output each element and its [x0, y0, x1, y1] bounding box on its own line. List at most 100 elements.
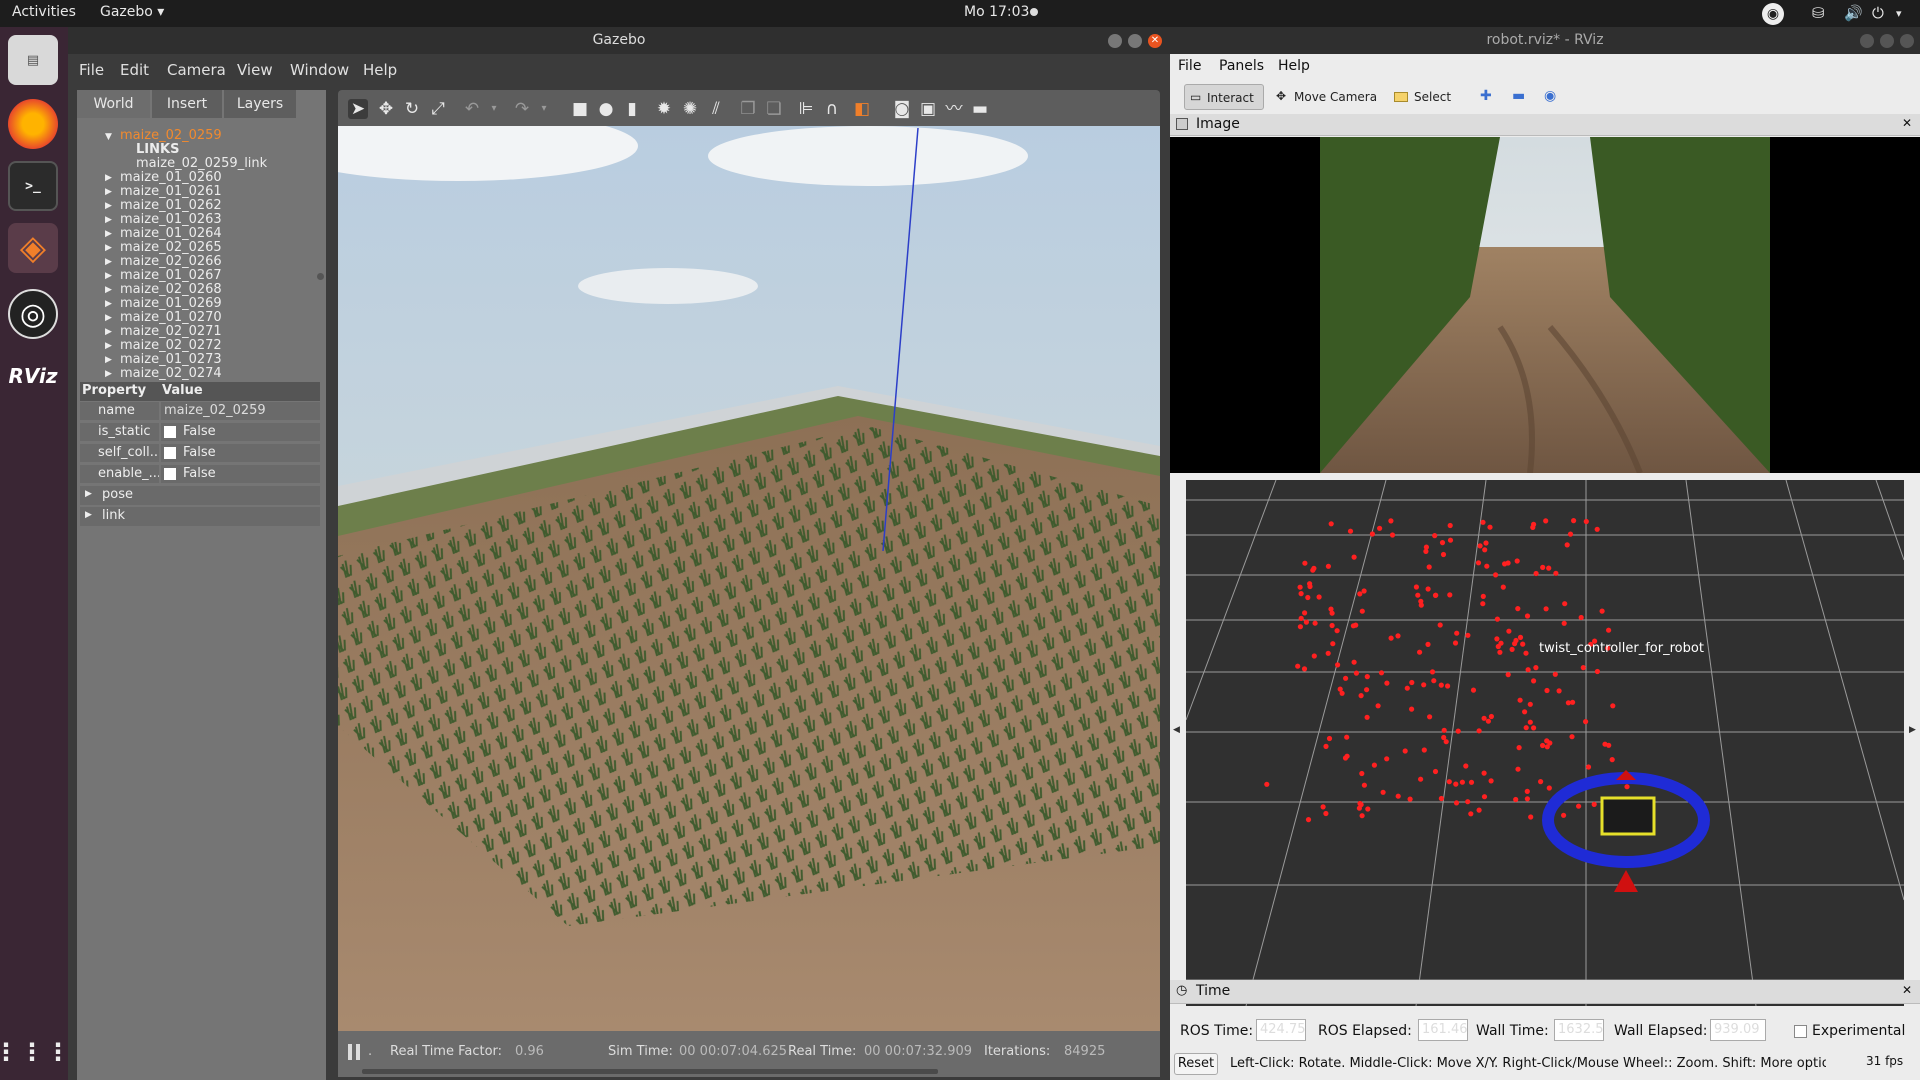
expand-arrow-icon[interactable]: ▶ [105, 215, 112, 225]
tree-model-item[interactable]: maize_01_0269 [120, 296, 222, 311]
property-group-pose[interactable]: ▶ pose [80, 486, 320, 505]
interact-button[interactable]: ▭ Interact [1184, 84, 1264, 110]
maximize-icon[interactable] [1128, 34, 1142, 48]
scale-icon[interactable]: ⤢ [428, 99, 448, 119]
redo-icon[interactable]: ↷ [512, 99, 532, 119]
select-mode-icon[interactable]: ➤ [348, 99, 368, 119]
close-icon[interactable]: ✕ [1148, 34, 1162, 48]
property-value[interactable]: maize_02_0259 [161, 402, 320, 420]
checkbox[interactable] [164, 426, 176, 438]
menu-file[interactable]: File [1178, 58, 1201, 74]
tree-selected-model[interactable]: maize_02_0259 [120, 128, 222, 143]
pause-icon[interactable] [348, 1044, 360, 1060]
tool-properties-icon[interactable]: ◉ [1544, 88, 1556, 104]
checkbox[interactable] [164, 447, 176, 459]
expand-arrow-icon[interactable]: ▶ [105, 173, 112, 183]
panel-close-icon[interactable]: ✕ [1902, 983, 1912, 997]
menu-file[interactable]: File [79, 61, 104, 79]
system-menu-chevron-icon[interactable]: ▾ [1896, 7, 1902, 20]
undo-dropdown-icon[interactable]: ▾ [484, 99, 504, 119]
tab-world[interactable]: World [77, 90, 150, 118]
sphere-shape-icon[interactable]: ● [596, 99, 616, 119]
tree-model-item[interactable]: maize_02_0268 [120, 282, 222, 297]
minimize-icon[interactable] [1860, 34, 1874, 48]
translate-icon[interactable]: ✥ [376, 99, 396, 119]
move-camera-button[interactable]: ✥ Move Camera [1274, 84, 1386, 110]
plot-icon[interactable]: 〰 [944, 99, 964, 119]
menu-camera[interactable]: Camera [167, 61, 226, 79]
directional-light-icon[interactable]: ⫽ [706, 99, 726, 119]
gazebo-3d-viewport[interactable] [338, 126, 1160, 1031]
tree-model-item[interactable]: maize_01_0262 [120, 198, 222, 213]
remove-tool-icon[interactable]: ▬ [1512, 88, 1525, 104]
box-shape-icon[interactable]: ■ [570, 99, 590, 119]
left-dock-arrow-icon[interactable]: ◀ [1173, 725, 1180, 735]
power-icon[interactable]: ⏻ [1872, 4, 1884, 22]
rviz-icon[interactable]: RViz [8, 351, 58, 401]
tree-model-item[interactable]: maize_01_0264 [120, 226, 222, 241]
wall-elapsed-field[interactable]: 939.09 [1710, 1019, 1766, 1041]
tree-link-item[interactable]: maize_02_0259_link [136, 156, 267, 171]
view-angle-icon[interactable]: ◧ [852, 99, 872, 119]
close-icon[interactable] [1900, 34, 1914, 48]
expand-arrow-icon[interactable]: ▶ [105, 341, 112, 351]
timeline-scrollbar[interactable] [362, 1069, 938, 1074]
menu-edit[interactable]: Edit [120, 61, 149, 79]
expand-arrow-icon[interactable]: ▶ [105, 369, 112, 379]
expand-arrow-icon[interactable]: ▶ [105, 327, 112, 337]
volume-icon[interactable]: 🔊 [1844, 4, 1863, 22]
expand-arrow-icon[interactable]: ▼ [105, 132, 112, 142]
obs-tray-icon[interactable]: ◉ [1762, 3, 1784, 25]
obs-icon[interactable]: ◎ [8, 289, 58, 339]
expand-arrow-icon[interactable]: ▶ [105, 271, 112, 281]
menu-view[interactable]: View [237, 61, 273, 79]
tab-insert[interactable]: Insert [152, 90, 222, 118]
reset-button[interactable]: Reset [1174, 1053, 1218, 1075]
wall-time-field[interactable]: 1632.55 [1554, 1019, 1604, 1041]
tree-model-item[interactable]: maize_01_0263 [120, 212, 222, 227]
expand-arrow-icon[interactable]: ▶ [105, 313, 112, 323]
rotate-icon[interactable]: ↻ [402, 99, 422, 119]
menu-help[interactable]: Help [363, 61, 397, 79]
expand-arrow-icon[interactable]: ▶ [105, 285, 112, 295]
tree-model-item[interactable]: maize_01_0270 [120, 310, 222, 325]
experimental-checkbox[interactable] [1794, 1025, 1807, 1038]
tree-model-item[interactable]: maize_02_0271 [120, 324, 222, 339]
ros-time-field[interactable]: 424.75 [1256, 1019, 1306, 1041]
undo-icon[interactable]: ↶ [462, 99, 482, 119]
maximize-icon[interactable] [1880, 34, 1894, 48]
ros-elapsed-field[interactable]: 161.46 [1418, 1019, 1468, 1041]
show-apps-icon[interactable]: ⋮⋮⋮ [0, 1027, 70, 1077]
tree-model-item[interactable]: maize_02_0265 [120, 240, 222, 255]
tree-model-item[interactable]: maize_01_0267 [120, 268, 222, 283]
menu-window[interactable]: Window [290, 61, 349, 79]
cylinder-shape-icon[interactable]: ▮ [622, 99, 642, 119]
gazebo-icon[interactable]: ◈ [8, 223, 58, 273]
right-dock-arrow-icon[interactable]: ▶ [1909, 725, 1916, 735]
screenshot-icon[interactable]: ◙ [892, 99, 912, 119]
align-icon[interactable]: ⊫ [796, 99, 816, 119]
tree-model-item[interactable]: maize_01_0273 [120, 352, 222, 367]
tree-model-item[interactable]: maize_01_0261 [120, 184, 222, 199]
expand-arrow-icon[interactable]: ▶ [105, 299, 112, 309]
spot-light-icon[interactable]: ✺ [680, 99, 700, 119]
expand-arrow-icon[interactable]: ▶ [105, 355, 112, 365]
tree-model-item[interactable]: maize_01_0260 [120, 170, 222, 185]
expand-arrow-icon[interactable]: ▶ [105, 201, 112, 211]
firefox-icon[interactable] [8, 99, 58, 149]
rviz-3d-view[interactable]: twist_controller_for_robot [1186, 480, 1904, 1006]
copy-icon[interactable]: ❐ [738, 99, 758, 119]
files-icon[interactable]: ▤ [8, 35, 58, 85]
menu-help[interactable]: Help [1278, 58, 1310, 74]
tree-model-item[interactable]: maize_02_0272 [120, 338, 222, 353]
menu-panels[interactable]: Panels [1219, 58, 1264, 74]
minimize-icon[interactable] [1108, 34, 1122, 48]
tree-model-item[interactable]: maize_02_0274 [120, 366, 222, 381]
panel-close-icon[interactable]: ✕ [1902, 116, 1912, 130]
log-icon[interactable]: ▣ [918, 99, 938, 119]
select-button[interactable]: Select [1392, 84, 1454, 110]
paste-icon[interactable]: ❏ [764, 99, 784, 119]
snap-icon[interactable]: ∩ [822, 99, 842, 119]
checkbox[interactable] [164, 468, 176, 480]
property-group-link[interactable]: ▶ link [80, 507, 320, 526]
